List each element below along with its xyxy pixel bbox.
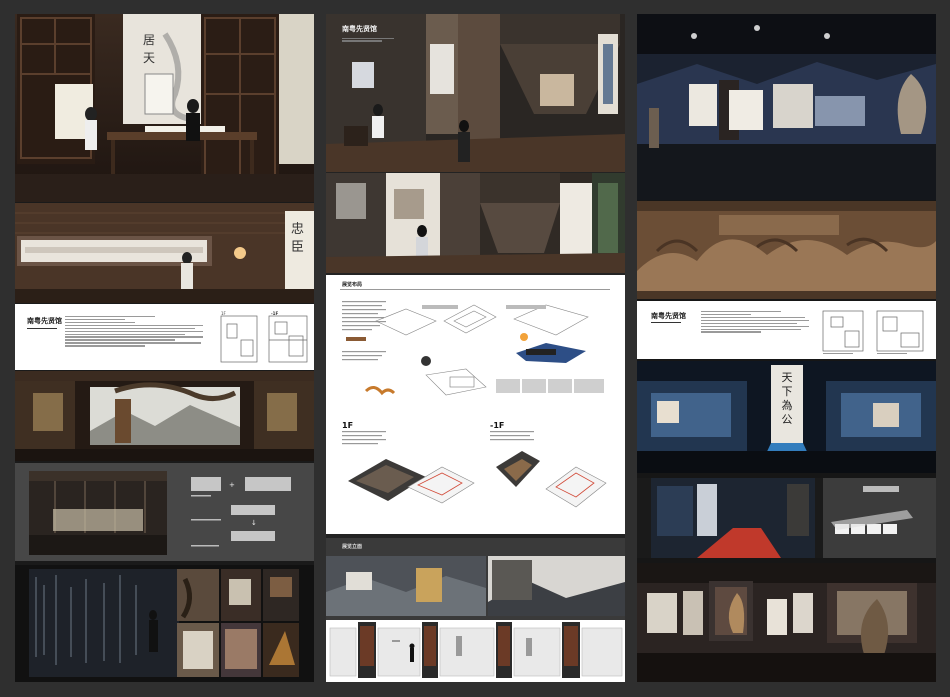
center-hero-photo: 南粤先贤馆 xyxy=(326,14,625,172)
floor-plan-drawing: 1F xyxy=(220,311,308,363)
relief-sculpture-photo xyxy=(637,201,936,299)
svg-text:+: + xyxy=(229,481,235,489)
center-board: 南粤先贤馆 展览布局 1F -1F 展览立面 xyxy=(326,14,625,682)
elevation-heading: 展览立面 xyxy=(342,544,363,550)
bottom-collage xyxy=(15,565,314,682)
center-title: 南粤先贤馆 xyxy=(342,25,377,33)
right-hero-photo xyxy=(637,14,936,200)
layout-diagrams xyxy=(342,301,607,508)
right-title-underline xyxy=(651,322,681,323)
exhibition-layout-section: 展览布局 1F -1F xyxy=(326,275,625,534)
left-info-band: 南粤先贤馆 1F -1F xyxy=(15,304,314,370)
layout-heading: 展览布局 xyxy=(342,282,363,288)
red-path-section xyxy=(637,478,936,558)
left-plan-label: -1F xyxy=(271,311,279,316)
svg-text:天: 天 xyxy=(143,51,155,65)
floor-b1-label: -1F xyxy=(490,421,505,430)
grey-analysis-panel: + ↓ xyxy=(15,463,314,561)
banner-text: 天下為公 xyxy=(781,371,793,426)
right-info-title: 南粤先贤馆 xyxy=(651,312,686,320)
landscape-gate-photo xyxy=(15,371,314,461)
info-text-block xyxy=(65,314,205,348)
right-floor-plans xyxy=(822,310,924,354)
left-board: 居 天 忠 臣 南粤先贤馆 1F -1F + ↓ xyxy=(15,14,314,682)
elevation-section: 展览立面 xyxy=(326,538,625,682)
title-underline xyxy=(27,328,57,329)
layout-divider xyxy=(340,289,610,290)
center-title-meta xyxy=(342,36,402,43)
svg-text:1F: 1F xyxy=(221,311,227,316)
banner-corridor-photo: 天下為公 xyxy=(637,361,936,473)
floor-1f-label: 1F xyxy=(342,421,354,430)
study-room-photo: 居 天 xyxy=(15,14,314,202)
right-board: 南粤先贤馆 天下為公 xyxy=(637,14,936,682)
svg-text:↓: ↓ xyxy=(251,519,257,527)
svg-text:居: 居 xyxy=(143,33,155,47)
svg-text:臣: 臣 xyxy=(291,240,304,255)
sculpture-gallery-photo xyxy=(637,563,936,682)
right-info-band: 南粤先贤馆 xyxy=(637,301,936,359)
elevation-drawings xyxy=(326,556,625,682)
left-info-title: 南粤先贤馆 xyxy=(27,317,62,325)
svg-text:忠: 忠 xyxy=(291,222,304,237)
center-gallery-photo xyxy=(326,173,625,273)
display-case-photo: 忠 臣 xyxy=(15,203,314,303)
right-info-text xyxy=(701,309,811,334)
